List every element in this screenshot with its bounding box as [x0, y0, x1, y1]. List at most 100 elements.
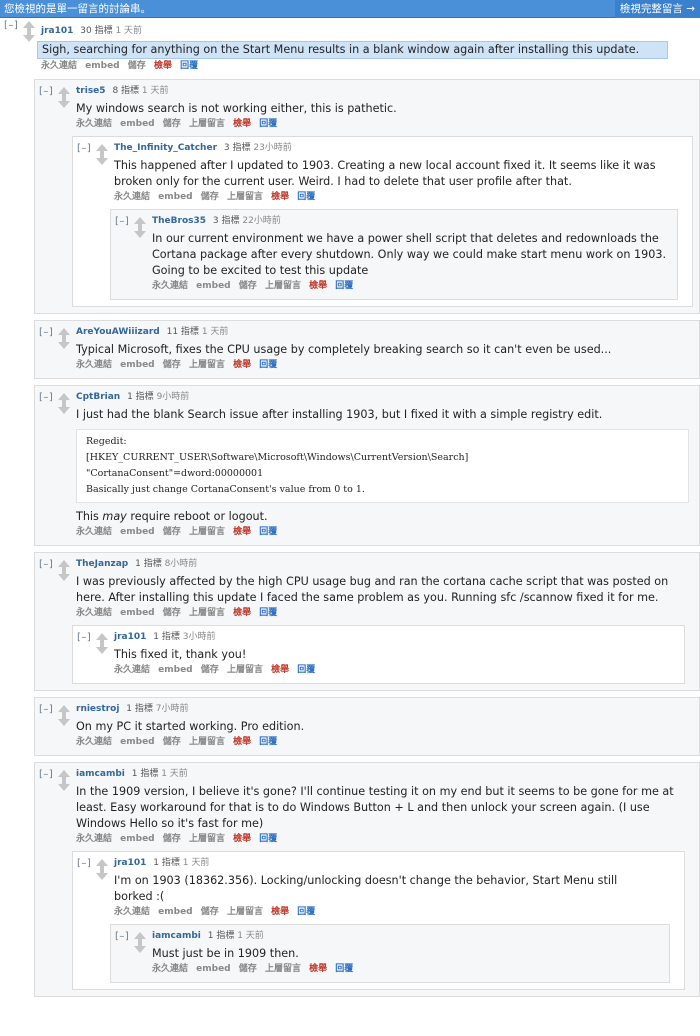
- parent-link[interactable]: 上層留言: [189, 119, 225, 129]
- embed-link[interactable]: embed: [158, 192, 192, 202]
- upvote-arrow-icon[interactable]: [58, 770, 70, 781]
- permalink-link[interactable]: 永久連結: [76, 360, 112, 370]
- save-link[interactable]: 儲存: [163, 608, 181, 618]
- downvote-arrow-icon[interactable]: [58, 570, 70, 581]
- view-all-comments-link[interactable]: 檢視完整留言 →: [614, 0, 700, 18]
- upvote-arrow-icon[interactable]: [58, 705, 70, 716]
- downvote-arrow-icon[interactable]: [58, 715, 70, 726]
- embed-link[interactable]: embed: [196, 964, 230, 974]
- report-link[interactable]: 檢舉: [233, 834, 251, 844]
- save-link[interactable]: 儲存: [201, 907, 219, 917]
- upvote-arrow-icon[interactable]: [96, 633, 108, 644]
- parent-link[interactable]: 上層留言: [189, 608, 225, 618]
- report-link[interactable]: 檢舉: [309, 964, 327, 974]
- reply-link[interactable]: 回覆: [259, 608, 277, 618]
- parent-link[interactable]: 上層留言: [227, 665, 263, 675]
- downvote-arrow-icon[interactable]: [58, 97, 70, 108]
- collapse-toggle[interactable]: [–]: [115, 931, 129, 942]
- downvote-arrow-icon[interactable]: [134, 942, 146, 953]
- collapse-toggle[interactable]: [–]: [4, 20, 18, 31]
- comment-author[interactable]: The_Infinity_Catcher: [114, 143, 217, 153]
- comment-author[interactable]: jra101: [41, 26, 73, 36]
- parent-link[interactable]: 上層留言: [189, 360, 225, 370]
- collapse-toggle[interactable]: [–]: [39, 392, 53, 403]
- save-link[interactable]: 儲存: [163, 119, 181, 129]
- embed-link[interactable]: embed: [158, 665, 192, 675]
- upvote-arrow-icon[interactable]: [58, 560, 70, 571]
- comment-author[interactable]: iamcambi: [152, 931, 201, 941]
- embed-link[interactable]: embed: [85, 61, 119, 71]
- reply-link[interactable]: 回覆: [259, 527, 277, 537]
- reply-link[interactable]: 回覆: [259, 737, 277, 747]
- save-link[interactable]: 儲存: [239, 964, 257, 974]
- downvote-arrow-icon[interactable]: [96, 869, 108, 880]
- embed-link[interactable]: embed: [158, 907, 192, 917]
- permalink-link[interactable]: 永久連結: [152, 964, 188, 974]
- downvote-arrow-icon[interactable]: [23, 31, 35, 42]
- downvote-arrow-icon[interactable]: [96, 154, 108, 165]
- report-link[interactable]: 檢舉: [309, 281, 327, 291]
- report-link[interactable]: 檢舉: [233, 608, 251, 618]
- upvote-arrow-icon[interactable]: [23, 21, 35, 32]
- permalink-link[interactable]: 永久連結: [114, 665, 150, 675]
- comment-author[interactable]: iamcambi: [76, 769, 125, 779]
- downvote-arrow-icon[interactable]: [134, 227, 146, 238]
- report-link[interactable]: 檢舉: [271, 907, 289, 917]
- parent-link[interactable]: 上層留言: [265, 281, 301, 291]
- collapse-toggle[interactable]: [–]: [77, 143, 91, 154]
- embed-link[interactable]: embed: [120, 608, 154, 618]
- save-link[interactable]: 儲存: [201, 665, 219, 675]
- collapse-toggle[interactable]: [–]: [39, 704, 53, 715]
- save-link[interactable]: 儲存: [163, 737, 181, 747]
- save-link[interactable]: 儲存: [128, 61, 146, 71]
- upvote-arrow-icon[interactable]: [58, 393, 70, 404]
- parent-link[interactable]: 上層留言: [189, 834, 225, 844]
- report-link[interactable]: 檢舉: [233, 119, 251, 129]
- upvote-arrow-icon[interactable]: [58, 87, 70, 98]
- parent-link[interactable]: 上層留言: [265, 964, 301, 974]
- downvote-arrow-icon[interactable]: [58, 338, 70, 349]
- collapse-toggle[interactable]: [–]: [39, 769, 53, 780]
- embed-link[interactable]: embed: [120, 527, 154, 537]
- report-link[interactable]: 檢舉: [271, 665, 289, 675]
- comment-author[interactable]: trise5: [76, 86, 106, 96]
- comment-author[interactable]: TheBros35: [152, 216, 206, 226]
- upvote-arrow-icon[interactable]: [96, 144, 108, 155]
- permalink-link[interactable]: 永久連結: [76, 608, 112, 618]
- report-link[interactable]: 檢舉: [271, 192, 289, 202]
- permalink-link[interactable]: 永久連結: [114, 907, 150, 917]
- reply-link[interactable]: 回覆: [335, 281, 353, 291]
- embed-link[interactable]: embed: [120, 834, 154, 844]
- parent-link[interactable]: 上層留言: [189, 737, 225, 747]
- collapse-toggle[interactable]: [–]: [39, 86, 53, 97]
- reply-link[interactable]: 回覆: [297, 192, 315, 202]
- upvote-arrow-icon[interactable]: [96, 859, 108, 870]
- embed-link[interactable]: embed: [120, 360, 154, 370]
- report-link[interactable]: 檢舉: [233, 360, 251, 370]
- reply-link[interactable]: 回覆: [259, 834, 277, 844]
- report-link[interactable]: 檢舉: [154, 61, 172, 71]
- save-link[interactable]: 儲存: [163, 360, 181, 370]
- parent-link[interactable]: 上層留言: [227, 192, 263, 202]
- downvote-arrow-icon[interactable]: [96, 643, 108, 654]
- upvote-arrow-icon[interactable]: [134, 932, 146, 943]
- comment-author[interactable]: rniestroj: [76, 704, 119, 714]
- collapse-toggle[interactable]: [–]: [39, 327, 53, 338]
- comment-author[interactable]: AreYouAWiiizard: [76, 327, 160, 337]
- permalink-link[interactable]: 永久連結: [41, 61, 77, 71]
- embed-link[interactable]: embed: [120, 737, 154, 747]
- reply-link[interactable]: 回覆: [297, 907, 315, 917]
- comment-author[interactable]: jra101: [114, 632, 146, 642]
- parent-link[interactable]: 上層留言: [227, 907, 263, 917]
- collapse-toggle[interactable]: [–]: [39, 559, 53, 570]
- collapse-toggle[interactable]: [–]: [115, 216, 129, 227]
- report-link[interactable]: 檢舉: [233, 737, 251, 747]
- save-link[interactable]: 儲存: [239, 281, 257, 291]
- report-link[interactable]: 檢舉: [233, 527, 251, 537]
- embed-link[interactable]: embed: [120, 119, 154, 129]
- permalink-link[interactable]: 永久連結: [76, 527, 112, 537]
- comment-author[interactable]: TheJanzap: [76, 559, 128, 569]
- permalink-link[interactable]: 永久連結: [76, 119, 112, 129]
- reply-link[interactable]: 回覆: [297, 665, 315, 675]
- save-link[interactable]: 儲存: [201, 192, 219, 202]
